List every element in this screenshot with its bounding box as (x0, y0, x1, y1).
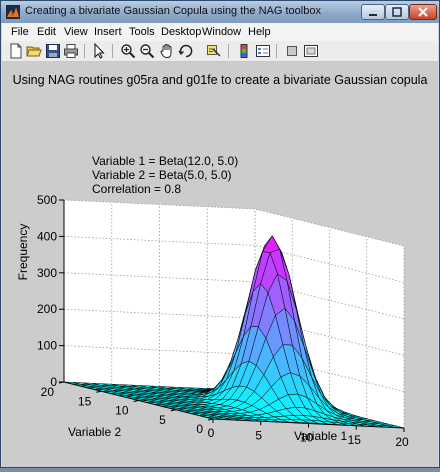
maximize-button[interactable] (385, 4, 409, 20)
matlab-figure-window: Creating a bivariate Gaussian Copula usi… (0, 0, 440, 468)
toolbar-separator (84, 44, 85, 58)
y-tick-mark (207, 418, 214, 421)
x-tick-label: 0 (208, 426, 215, 440)
annotation-line-3: Correlation = 0.8 (92, 182, 181, 196)
x-tick-label: 20 (395, 435, 409, 449)
data-cursor-icon[interactable] (206, 43, 222, 59)
y-tick-mark (133, 400, 139, 402)
maximize-icon (392, 7, 402, 17)
z-tick-label: 300 (37, 266, 57, 280)
minimize-button[interactable] (361, 4, 385, 20)
zoom-in-icon[interactable] (120, 43, 136, 59)
save-icon[interactable] (45, 43, 61, 59)
z-tick-label: 500 (37, 193, 57, 207)
menu-window[interactable]: Window (202, 26, 241, 38)
open-file-icon[interactable] (26, 43, 42, 59)
menu-bar: File Edit View Insert Tools Desktop Wind… (2, 23, 438, 41)
y-axis-label: Variable 2 (68, 425, 121, 439)
edit-plot-arrow-icon[interactable] (91, 43, 107, 59)
annotation-line-1: Variable 1 = Beta(12.0, 5.0) (92, 154, 238, 168)
rotate-3d-icon[interactable] (178, 43, 194, 59)
close-icon (418, 7, 428, 17)
y-tick-label: 15 (78, 394, 92, 408)
toolbar-separator (276, 44, 277, 58)
menu-help[interactable]: Help (248, 26, 271, 38)
plot-title: Using NAG routines g05ra and g01fe to cr… (13, 73, 428, 87)
y-tick-label: 5 (159, 413, 166, 427)
figure-toolbar (2, 41, 438, 62)
y-tick-label: 0 (196, 422, 203, 436)
x-tick-label: 15 (348, 433, 362, 447)
menu-desktop[interactable]: Desktop (161, 26, 201, 38)
y-tick-label: 10 (115, 404, 129, 418)
z-tick-label: 0 (50, 375, 57, 389)
annotation-line-2: Variable 2 = Beta(5.0, 5.0) (92, 168, 232, 182)
legend-icon[interactable] (255, 43, 271, 59)
print-icon[interactable] (63, 43, 79, 59)
menu-view[interactable]: View (64, 26, 88, 38)
plot-area[interactable]: 0 5 10 15 20051015200100200300400500 Using N… (2, 62, 438, 467)
pan-hand-icon[interactable] (159, 43, 175, 59)
x-tick-label: 5 (255, 428, 262, 442)
minimize-icon (369, 14, 377, 16)
toolbar-separator (228, 44, 229, 58)
show-plot-tools-icon[interactable] (303, 43, 319, 59)
zoom-out-icon[interactable] (139, 43, 155, 59)
menu-tools[interactable]: Tools (129, 26, 155, 38)
new-figure-icon[interactable] (8, 43, 24, 59)
hide-plot-tools-icon[interactable] (284, 43, 300, 59)
menu-edit[interactable]: Edit (37, 26, 56, 38)
z-tick-label: 400 (37, 229, 57, 243)
toolbar-separator (112, 44, 113, 58)
close-button[interactable] (409, 4, 437, 20)
menu-file[interactable]: File (11, 26, 29, 38)
menu-insert[interactable]: Insert (94, 26, 122, 38)
y-tick-mark (170, 409, 176, 412)
x-axis-label: Variable 1 (294, 429, 347, 443)
matlab-app-icon (6, 5, 20, 19)
figure-canvas: 0 5 10 15 20 0 5 10 15 20 0 100 200 300 400 500 Using N… (2, 62, 438, 467)
z-tick-label: 200 (37, 302, 57, 316)
z-axis-label: Frequency (16, 224, 30, 281)
y-tick-mark (96, 390, 102, 393)
window-title: Creating a bivariate Gaussian Copula usi… (25, 5, 321, 17)
title-bar[interactable]: Creating a bivariate Gaussian Copula usi… (1, 1, 439, 23)
z-tick-label: 100 (37, 339, 57, 353)
colorbar-icon[interactable] (236, 43, 252, 59)
